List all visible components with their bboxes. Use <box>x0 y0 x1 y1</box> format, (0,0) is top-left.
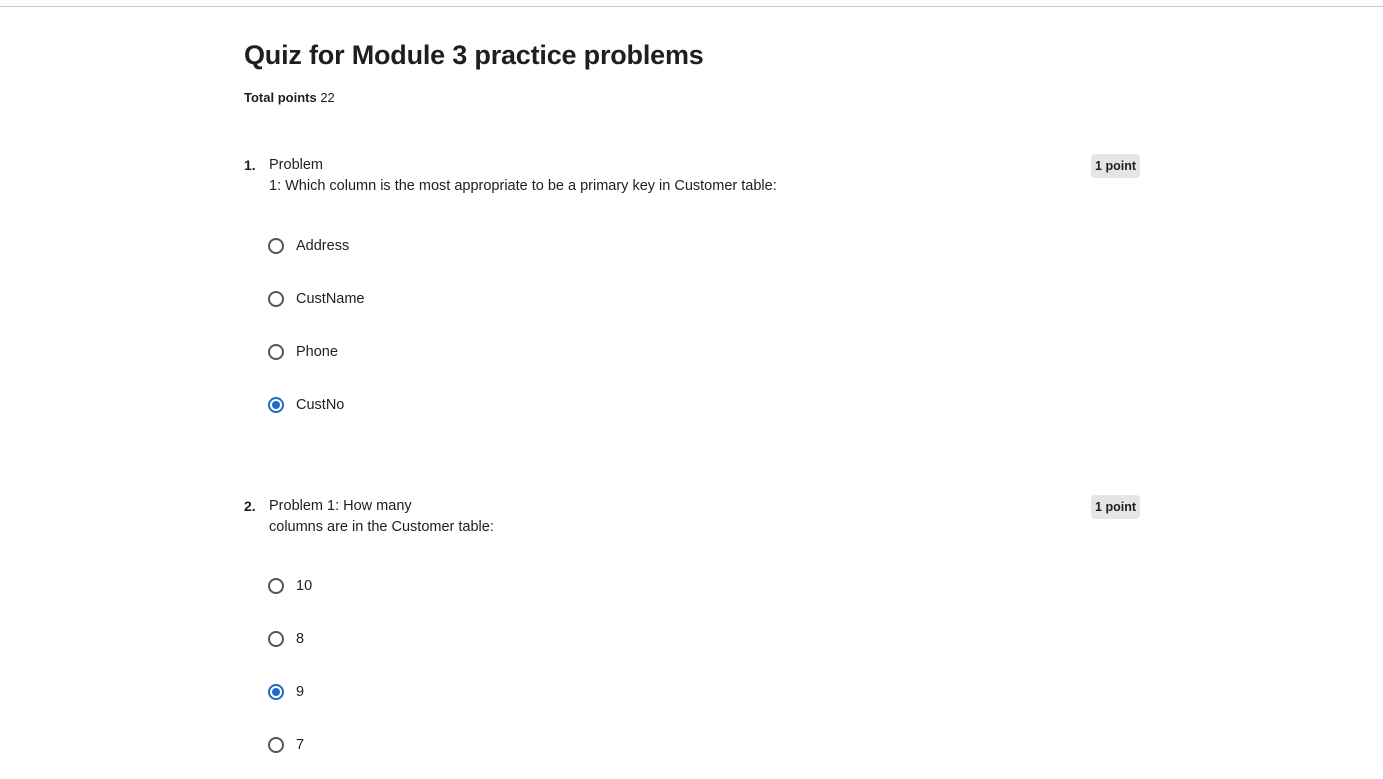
option-label: CustNo <box>296 397 345 413</box>
points-badge: 1 point <box>1091 495 1140 519</box>
radio-button[interactable] <box>268 238 284 254</box>
total-points-label: Total points <box>244 90 317 105</box>
option-custno[interactable]: CustNo <box>268 394 344 416</box>
radio-button[interactable] <box>268 631 284 647</box>
option-7[interactable]: 7 <box>268 734 304 756</box>
option-label: 10 <box>296 578 313 594</box>
page-title: Quiz for Module 3 practice problems <box>244 40 704 70</box>
option-label: Phone <box>296 344 338 360</box>
option-label: Address <box>296 238 350 254</box>
question-text-line: Problem <box>269 157 323 173</box>
option-9[interactable]: 9 <box>268 681 304 703</box>
question-text: Problem 1: How many columns are in the C… <box>269 496 494 538</box>
option-label: 9 <box>296 684 305 700</box>
radio-button[interactable] <box>268 344 284 360</box>
question-number: 1. <box>244 157 256 173</box>
option-custname[interactable]: CustName <box>268 288 365 310</box>
question-number: 2. <box>244 498 256 514</box>
option-label: 8 <box>296 631 305 647</box>
option-address[interactable]: Address <box>268 235 349 257</box>
radio-button[interactable] <box>268 397 284 413</box>
option-8[interactable]: 8 <box>268 628 304 650</box>
total-points-value: 22 <box>320 90 335 105</box>
top-divider <box>0 6 1383 7</box>
question-text-line: 1: Which column is the most appropriate … <box>269 178 777 194</box>
question-text-line: columns are in the Customer table: <box>269 519 494 535</box>
option-label: CustName <box>296 291 365 307</box>
radio-button[interactable] <box>268 291 284 307</box>
option-phone[interactable]: Phone <box>268 341 338 363</box>
radio-button[interactable] <box>268 737 284 753</box>
points-badge: 1 point <box>1091 154 1140 178</box>
radio-button[interactable] <box>268 578 284 594</box>
total-points: Total points 22 <box>244 90 335 105</box>
radio-button[interactable] <box>268 684 284 700</box>
option-10[interactable]: 10 <box>268 575 312 597</box>
question-text: Problem 1: Which column is the most appr… <box>269 155 777 197</box>
option-label: 7 <box>296 737 305 753</box>
question-text-line: Problem 1: How many <box>269 498 412 514</box>
